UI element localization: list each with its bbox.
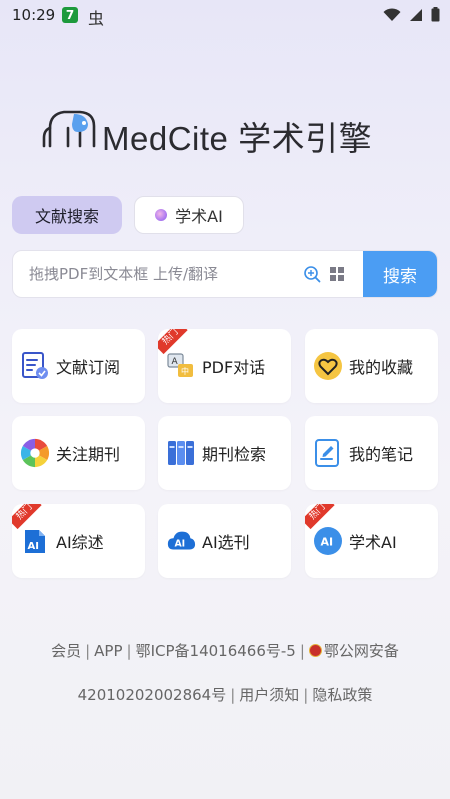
status-bar: 10:29 7 虫 xyxy=(0,0,450,30)
wifi-icon xyxy=(383,7,401,21)
note-edit-icon xyxy=(313,438,343,468)
card-label: 期刊检索 xyxy=(202,445,267,464)
card-followed-journals[interactable]: 关注期刊 xyxy=(12,416,145,490)
signal-icon xyxy=(410,8,422,21)
system-icons xyxy=(383,7,440,22)
footer-separator: | xyxy=(126,642,132,660)
app-notification-icon: 7 xyxy=(62,7,78,23)
footer-link-app[interactable]: APP xyxy=(94,642,122,660)
search-button[interactable]: 搜索 xyxy=(363,251,437,297)
police-emblem-icon xyxy=(308,644,322,657)
subscribe-doc-icon xyxy=(20,351,50,381)
card-label: 文献订阅 xyxy=(56,358,121,377)
svg-text:AI: AI xyxy=(321,536,334,549)
footer-link-membership[interactable]: 会员 xyxy=(51,642,81,660)
footer-link-privacy-policy[interactable]: 隐私政策 xyxy=(312,686,372,704)
card-label: 学术AI xyxy=(349,533,397,552)
battery-icon xyxy=(431,7,440,22)
card-label: AI选刊 xyxy=(202,533,250,552)
status-time: 10:29 xyxy=(12,6,56,24)
tab-label: 文献搜索 xyxy=(34,207,99,226)
svg-text:AI: AI xyxy=(174,539,185,550)
footer-line-1: 会员 | APP | 鄂ICP备14016466号-5 | 鄂公网安备 xyxy=(0,640,450,661)
ai-doc-icon: AI xyxy=(20,526,50,556)
card-ai-journal-select[interactable]: AI AI选刊 xyxy=(158,504,291,578)
card-pdf-chat[interactable]: 热门 A中 PDF对话 xyxy=(158,329,291,403)
journal-shelf-icon xyxy=(166,438,196,468)
aperture-icon xyxy=(20,438,50,468)
elephant-logo-icon xyxy=(42,110,96,148)
logo-suffix: 学术引擎 xyxy=(238,120,373,157)
ai-user-icon: AI xyxy=(313,526,343,556)
card-ai-review[interactable]: 热门 AI AI综述 xyxy=(12,504,145,578)
bug-notification-icon: 虫 xyxy=(88,9,105,28)
footer-separator: | xyxy=(230,686,236,704)
grid-icon[interactable] xyxy=(329,266,345,282)
heart-icon xyxy=(313,351,343,381)
card-academic-ai[interactable]: 热门 AI 学术AI xyxy=(305,504,438,578)
footer-link-public-security[interactable]: 鄂公网安备 xyxy=(324,642,399,660)
footer-link-user-terms[interactable]: 用户须知 xyxy=(239,686,299,704)
card-my-notes[interactable]: 我的笔记 xyxy=(305,416,438,490)
tab-academic-ai[interactable]: 学术AI xyxy=(134,196,244,234)
card-literature-subscription[interactable]: 文献订阅 xyxy=(12,329,145,403)
tab-label: 学术AI xyxy=(175,207,223,226)
svg-text:AI: AI xyxy=(28,541,39,552)
tab-literature-search[interactable]: 文献搜索 xyxy=(12,196,122,234)
logo-brand: MedCite xyxy=(102,120,229,157)
logo-wordmark: MedCite 学术引擎 xyxy=(102,112,372,160)
ai-cloud-icon: AI xyxy=(166,526,196,556)
ai-orb-icon xyxy=(155,209,168,221)
card-my-favorites[interactable]: 我的收藏 xyxy=(305,329,438,403)
card-label: AI综述 xyxy=(56,533,104,552)
footer-separator: | xyxy=(299,642,305,660)
card-label: 我的收藏 xyxy=(349,358,414,377)
search-input[interactable] xyxy=(29,251,299,297)
footer-separator: | xyxy=(85,642,91,660)
card-journal-search[interactable]: 期刊检索 xyxy=(158,416,291,490)
svg-text:A: A xyxy=(172,357,179,367)
footer-line-2: 42010202002864号 | 用户须知 | 隐私政策 xyxy=(0,684,450,705)
card-label: 我的笔记 xyxy=(349,445,414,464)
svg-text:中: 中 xyxy=(181,366,189,376)
translate-chat-icon: A中 xyxy=(166,351,196,381)
card-label: PDF对话 xyxy=(202,358,266,377)
footer-public-security-number[interactable]: 42010202002864号 xyxy=(78,686,227,704)
footer-link-icp[interactable]: 鄂ICP备14016466号-5 xyxy=(136,642,296,660)
zoom-plus-icon[interactable] xyxy=(303,265,321,283)
search-bar: 搜索 xyxy=(12,250,438,298)
footer-separator: | xyxy=(303,686,309,704)
app-logo: MedCite 学术引擎 xyxy=(40,104,420,157)
card-label: 关注期刊 xyxy=(56,445,121,464)
